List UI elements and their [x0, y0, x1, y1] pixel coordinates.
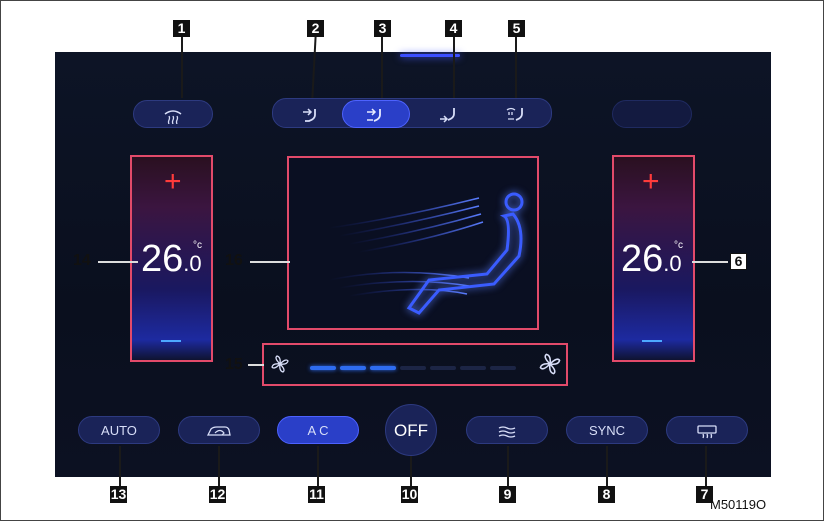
leader-line — [218, 446, 220, 486]
diagram-code: M50119O — [710, 497, 767, 512]
callout-1: 1 — [173, 20, 190, 37]
right-temp-down-button[interactable] — [642, 340, 662, 342]
rear-defrost-icon — [697, 424, 717, 438]
blank-button[interactable] — [612, 100, 692, 128]
left-temp-unit: °c — [193, 240, 202, 251]
feet-vent-icon — [440, 107, 455, 123]
fan-speed-segment[interactable] — [430, 366, 456, 370]
face-vent-button[interactable] — [282, 100, 340, 128]
feet-vent-button[interactable] — [420, 100, 478, 128]
leader-line — [250, 261, 290, 263]
recirculation-icon — [206, 425, 231, 436]
callout-12: 12 — [209, 486, 226, 503]
right-temp-up-button[interactable]: + — [642, 167, 660, 197]
callout-14: 14 — [73, 252, 91, 269]
left-temp-dec: .0 — [183, 251, 202, 276]
callout-9: 9 — [499, 486, 516, 503]
front-defrost-icon — [164, 109, 182, 124]
leader-line — [453, 36, 455, 98]
leader-line — [507, 446, 509, 486]
leader-line — [606, 446, 608, 486]
fan-speed-segment[interactable] — [460, 366, 486, 370]
callout-4: 4 — [445, 20, 462, 37]
face-vent-icon — [303, 108, 316, 122]
left-temp-down-button[interactable] — [161, 340, 181, 342]
callout-10: 10 — [401, 486, 418, 503]
fan-speed-segment[interactable] — [400, 366, 426, 370]
callout-5: 5 — [508, 20, 525, 37]
leader-line — [410, 456, 412, 486]
fan-speed-segment[interactable] — [370, 366, 396, 370]
fan-speed-segment[interactable] — [490, 366, 516, 370]
leader-line — [98, 261, 138, 263]
fan-speed-segment[interactable] — [310, 366, 336, 370]
callout-11: 11 — [308, 486, 325, 503]
seat-airflow-illustration — [328, 192, 524, 315]
leader-line — [248, 364, 264, 366]
front-defrost-button[interactable] — [133, 100, 213, 128]
callout-2: 2 — [307, 20, 324, 37]
airflow-visual-panel — [287, 156, 539, 330]
face-feet-vent-button[interactable] — [342, 100, 410, 128]
callout-15: 15 — [225, 356, 243, 373]
ac-button[interactable]: A C — [277, 416, 359, 444]
leader-line — [705, 446, 707, 486]
off-button[interactable]: OFF — [385, 404, 437, 456]
fan-speed-panel — [262, 343, 568, 386]
auto-button[interactable]: AUTO — [78, 416, 160, 444]
leader-line — [381, 36, 383, 98]
fan-high-icon[interactable] — [538, 352, 562, 376]
left-temp-int: 26 — [141, 238, 184, 280]
leader-line — [692, 261, 728, 263]
leader-line — [515, 36, 517, 98]
callout-13: 13 — [110, 486, 127, 503]
right-temp-int: 26 — [621, 238, 664, 280]
feet-defrost-vent-icon — [506, 107, 523, 121]
seat-heat-button[interactable] — [466, 416, 548, 444]
leader-line — [181, 36, 183, 98]
right-temp-display: 26.0 — [621, 238, 682, 281]
sync-button[interactable]: SYNC — [566, 416, 648, 444]
leader-line — [317, 446, 319, 486]
callout-6: 6 — [730, 253, 747, 270]
feet-defrost-vent-button[interactable] — [488, 100, 546, 128]
callout-3: 3 — [374, 20, 391, 37]
leader-line — [119, 446, 121, 486]
right-temp-dec: .0 — [663, 251, 682, 276]
fan-speed-segment[interactable] — [340, 366, 366, 370]
fan-low-icon[interactable] — [270, 354, 290, 374]
right-temp-unit: °c — [674, 240, 683, 251]
seat-heat-icon — [498, 425, 516, 438]
rear-defrost-button[interactable] — [666, 416, 748, 444]
callout-8: 8 — [598, 486, 615, 503]
face-feet-vent-icon — [367, 108, 381, 122]
callout-16: 16 — [225, 252, 243, 269]
top-glow-indicator — [400, 54, 460, 57]
left-temp-up-button[interactable]: + — [164, 167, 182, 197]
recirculation-button[interactable] — [178, 416, 260, 444]
